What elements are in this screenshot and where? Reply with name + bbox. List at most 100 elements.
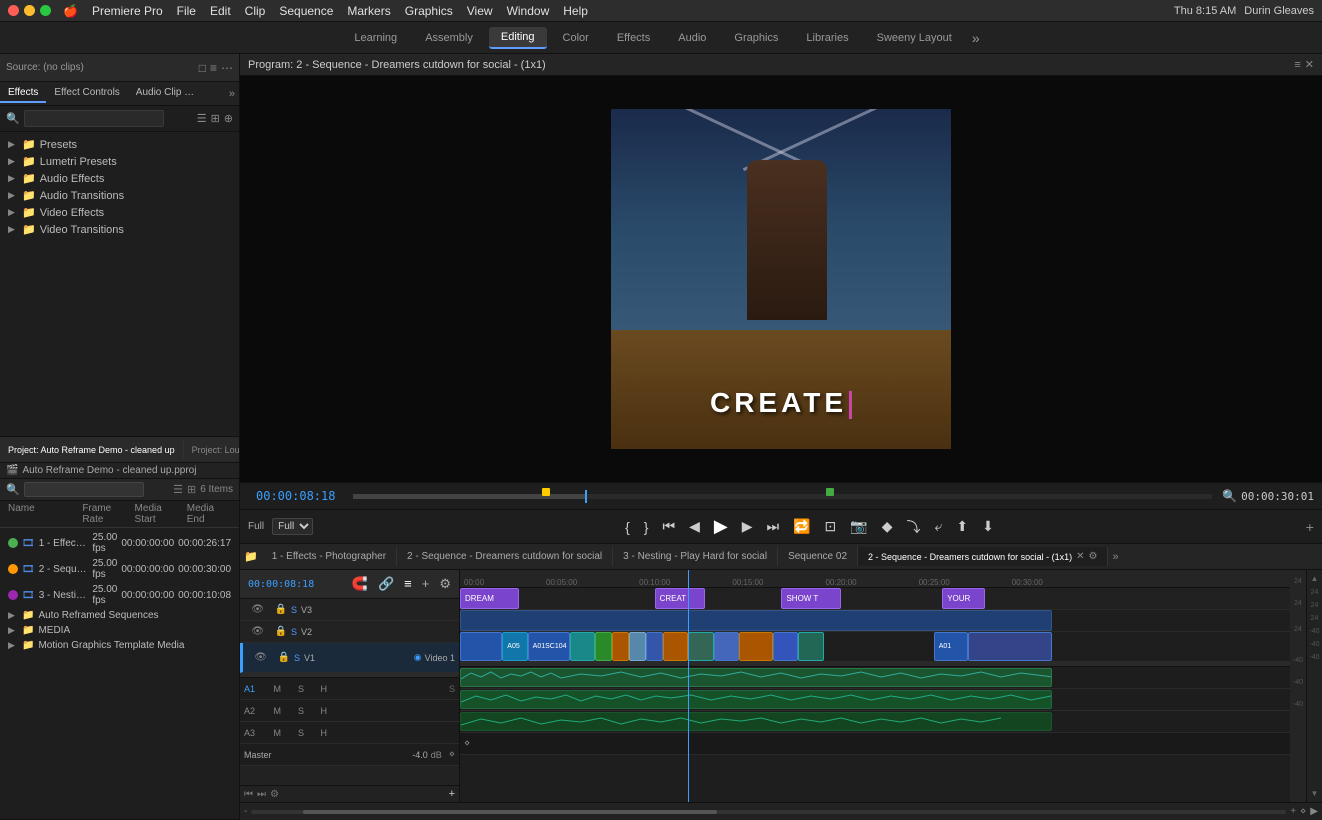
clip-v1-green1[interactable] bbox=[595, 632, 612, 661]
clip-v1-end[interactable] bbox=[968, 632, 1053, 661]
workspace-tab-audio[interactable]: Audio bbox=[666, 28, 718, 48]
clip-v1-teal2[interactable] bbox=[688, 632, 713, 661]
track-a3-lock[interactable]: S bbox=[284, 728, 304, 738]
seq-tab-5[interactable]: 2 - Sequence - Dreamers cutdown for soci… bbox=[858, 547, 1108, 566]
menu-premiere[interactable]: Premiere Pro bbox=[92, 4, 163, 18]
lift-button[interactable]: ⬆ bbox=[954, 516, 970, 537]
track-a2-eye[interactable]: M bbox=[261, 706, 281, 716]
track-v1-sync[interactable]: S bbox=[293, 652, 301, 664]
track-v3-sync[interactable]: S bbox=[290, 604, 298, 616]
step-back-button[interactable]: ◀ bbox=[687, 516, 702, 537]
track-a2-target[interactable]: A2 bbox=[244, 706, 258, 716]
track-v3-eye[interactable]: 👁 bbox=[244, 604, 264, 615]
clip-v1-orange2[interactable] bbox=[663, 632, 688, 661]
tab-effects[interactable]: Effects bbox=[0, 84, 46, 103]
fit-dropdown[interactable]: Full 1/2 1/4 Fit bbox=[272, 518, 313, 535]
track-height-btn-top[interactable]: ▲ bbox=[1311, 574, 1319, 583]
clip-v1-a01sc104[interactable]: A01SC104 bbox=[528, 632, 570, 661]
track-v1-lock[interactable]: 🔒 bbox=[270, 652, 290, 663]
tree-item-audio-effects[interactable]: ▶ 📁 Audio Effects bbox=[0, 170, 239, 187]
master-keyframe-btn[interactable]: ⋄ bbox=[449, 749, 455, 760]
track-a3-eye[interactable]: M bbox=[261, 728, 281, 738]
seq-settings-icon[interactable]: ⚙ bbox=[1089, 551, 1098, 562]
track-a2-mute[interactable]: H bbox=[307, 706, 327, 716]
menu-view[interactable]: View bbox=[467, 4, 493, 18]
apple-menu[interactable]: 🍎 bbox=[63, 4, 78, 18]
seq-tab-2[interactable]: 2 - Sequence - Dreamers cutdown for soci… bbox=[397, 547, 613, 566]
tree-item-presets[interactable]: ▶ 📁 Presets bbox=[0, 136, 239, 153]
clip-v1-a01-right[interactable]: A01 bbox=[934, 632, 968, 661]
workspace-tab-effects[interactable]: Effects bbox=[605, 28, 662, 48]
seq-tab-1[interactable]: 1 - Effects - Photographer bbox=[262, 547, 397, 566]
audio-a2-clip[interactable] bbox=[460, 690, 1052, 709]
audio-a1-clip[interactable] bbox=[460, 668, 1052, 687]
clip-v1-1[interactable] bbox=[460, 632, 502, 661]
track-v2-eye[interactable]: 👁 bbox=[244, 626, 264, 637]
timeline-right-scroll[interactable]: ▶ bbox=[1310, 806, 1318, 817]
play-button[interactable]: ▶ bbox=[712, 514, 730, 539]
track-v3-lock[interactable]: 🔒 bbox=[267, 604, 287, 615]
menu-clip[interactable]: Clip bbox=[245, 4, 266, 18]
mark-in-button[interactable]: { bbox=[623, 517, 632, 537]
folder-row-autoreframe[interactable]: ▶ 📁 Auto Reframed Sequences bbox=[0, 608, 239, 623]
zoom-icon[interactable]: 🔍 bbox=[1222, 489, 1237, 503]
clip-v1-orange3[interactable] bbox=[739, 632, 773, 661]
list-view-icon[interactable]: ☰ bbox=[197, 112, 207, 125]
clip-v1-light1[interactable] bbox=[629, 632, 646, 661]
timeline-end-btn[interactable]: ⏭ bbox=[257, 789, 266, 800]
menu-markers[interactable]: Markers bbox=[347, 4, 390, 18]
maximize-button[interactable] bbox=[40, 5, 51, 16]
track-a1-mute[interactable]: H bbox=[307, 684, 327, 694]
menu-window[interactable]: Window bbox=[507, 4, 550, 18]
tl-zoom-out-btn[interactable]: - bbox=[244, 806, 247, 817]
workspace-tab-learning[interactable]: Learning bbox=[342, 28, 409, 48]
seq-tab-3[interactable]: 3 - Nesting - Play Hard for social bbox=[613, 547, 778, 566]
effects-search-input[interactable] bbox=[24, 110, 164, 127]
more-workspaces-button[interactable]: » bbox=[972, 30, 980, 46]
seq-more-btn[interactable]: » bbox=[1108, 551, 1122, 563]
workspace-tab-sweeny[interactable]: Sweeny Layout bbox=[865, 28, 964, 48]
go-to-in-button[interactable]: ⏮ bbox=[660, 516, 677, 537]
clip-v1-blue3[interactable] bbox=[714, 632, 739, 661]
step-forward-button[interactable]: ▶ bbox=[740, 516, 755, 537]
track-a1-eye[interactable]: M bbox=[261, 684, 281, 694]
tl-zoom-in-btn[interactable]: + bbox=[1290, 806, 1296, 817]
new-custom-bin-icon[interactable]: ⊕ bbox=[224, 112, 233, 125]
close-button[interactable] bbox=[8, 5, 19, 16]
clip-v3-dream[interactable]: DREAM bbox=[460, 588, 519, 609]
clip-v3-creat[interactable]: CREAT bbox=[655, 588, 706, 609]
timeline-horizontal-scrollbar[interactable] bbox=[251, 810, 1286, 814]
add-marker-button[interactable]: ◆ bbox=[880, 516, 895, 537]
expand-panel-button[interactable]: » bbox=[229, 88, 239, 100]
monitor-timecode[interactable]: 00:00:08:18 bbox=[248, 487, 343, 505]
clip-v1-teal1[interactable] bbox=[570, 632, 595, 661]
go-to-out-button[interactable]: ⏭ bbox=[765, 516, 782, 537]
workspace-tab-libraries[interactable]: Libraries bbox=[794, 28, 860, 48]
track-v2-lock[interactable]: 🔒 bbox=[267, 626, 287, 637]
timeline-settings-btn[interactable]: ⚙ bbox=[270, 789, 279, 800]
master-keyframe-left[interactable]: ⋄ bbox=[464, 738, 470, 749]
safe-margins-button[interactable]: ⊡ bbox=[823, 516, 839, 537]
file-row-3[interactable]: 🎞 3 - Nesting - Play Hard for social 25.… bbox=[0, 582, 239, 608]
track-a2-lock[interactable]: S bbox=[284, 706, 304, 716]
monitor-settings-icon[interactable]: ≡ bbox=[1294, 59, 1300, 71]
folder-row-media[interactable]: ▶ 📁 MEDIA bbox=[0, 623, 239, 638]
panel-icon-2[interactable]: ≡ bbox=[210, 61, 217, 75]
linked-selection-tool[interactable]: 🔗 bbox=[376, 574, 396, 594]
folder-row-mgt[interactable]: ▶ 📁 Motion Graphics Template Media bbox=[0, 638, 239, 653]
monitor-expand-icon[interactable]: ✕ bbox=[1305, 58, 1314, 71]
extract-button[interactable]: ⬇ bbox=[980, 516, 996, 537]
seq-tab-5-close[interactable]: ✕ bbox=[1076, 551, 1084, 562]
clip-v3-show[interactable]: SHOW T bbox=[781, 588, 840, 609]
workspace-tab-graphics[interactable]: Graphics bbox=[722, 28, 790, 48]
clip-v2-main[interactable] bbox=[460, 610, 1052, 631]
tab-audio-clip-mixer[interactable]: Audio Clip Mixer: 2 - Sequence... bbox=[128, 84, 208, 103]
tree-item-audio-transitions[interactable]: ▶ 📁 Audio Transitions bbox=[0, 187, 239, 204]
clip-v1-blue4[interactable] bbox=[773, 632, 798, 661]
file-row-2[interactable]: 🎞 2 - Sequence - Dreamers cutdown for s.… bbox=[0, 556, 239, 582]
menu-help[interactable]: Help bbox=[563, 4, 588, 18]
timeline-add-btn[interactable]: + bbox=[449, 788, 455, 800]
tab-effect-controls[interactable]: Effect Controls bbox=[46, 84, 127, 103]
menu-edit[interactable]: Edit bbox=[210, 4, 231, 18]
tree-item-video-effects[interactable]: ▶ 📁 Video Effects bbox=[0, 204, 239, 221]
